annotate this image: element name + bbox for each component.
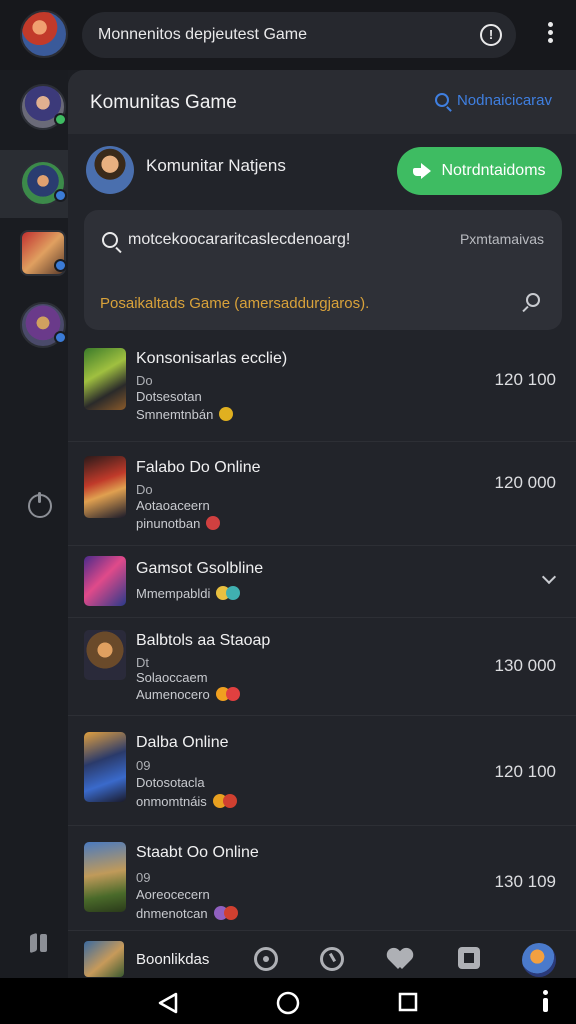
top-bar: Monnenitos depjeutest Game !: [0, 0, 576, 70]
list-item[interactable]: Falabo Do Online Do Aotaoaceern pinunotb…: [68, 442, 576, 546]
emoji-icon: [226, 586, 241, 600]
rail-collapse-icon[interactable]: [27, 932, 51, 954]
search-suggestion[interactable]: Posaikaltads Game (amersaddurgjaros).: [100, 295, 369, 312]
app-root: Monnenitos depjeutest Game ! Komunitas G…: [0, 0, 576, 1024]
accessibility-icon[interactable]: [541, 990, 549, 1012]
square-icon[interactable]: [458, 947, 480, 969]
emoji-icon: [223, 906, 238, 920]
search-icon: [434, 93, 449, 107]
game-line-3: pinunotban: [136, 516, 221, 531]
game-thumbnail: [84, 348, 126, 410]
game-thumbnail: [84, 842, 126, 912]
game-thumbnail: [84, 556, 126, 606]
game-name: Dalba Online: [136, 734, 229, 751]
community-name: Komunitar Natjens: [146, 156, 286, 175]
game-thumbnail: [84, 456, 126, 518]
list-item[interactable]: Staabt Oo Online 09 Aoreocecern dnmenotc…: [68, 826, 576, 938]
top-search-bar[interactable]: Monnenitos depjeutest Game !: [82, 12, 516, 58]
game-name: Gamsot Gsolbline: [136, 560, 264, 577]
target-icon[interactable]: [254, 947, 278, 971]
rail-community-4[interactable]: [20, 302, 67, 348]
game-count: 120 100: [494, 370, 556, 389]
emoji-icon: [222, 794, 237, 808]
panel-search-label: Nodnaicicarav: [456, 92, 552, 109]
game-name: Falabo Do Online: [136, 459, 261, 476]
game-list: Konsonisarlas ecclie) Do Dotsesotan Smne…: [68, 342, 576, 938]
recent-apps-icon[interactable]: [398, 992, 418, 1012]
search-input[interactable]: motcekoocararitcaslecdenoarg!: [128, 231, 350, 249]
search-icon: [102, 232, 118, 248]
game-thumbnail: [84, 630, 126, 680]
community-avatar[interactable]: [86, 146, 134, 194]
game-line-3: onmomtnáis: [136, 794, 237, 809]
info-icon[interactable]: !: [480, 24, 502, 46]
heart-icon[interactable]: [388, 947, 412, 971]
game-name: Staabt Oo Online: [136, 844, 259, 861]
community-rail: [0, 70, 68, 978]
game-count: 120 100: [494, 762, 556, 781]
game-line-2: Aotaoaceern: [136, 498, 210, 513]
bottom-tab-bar: Boonlikdas: [68, 930, 576, 978]
community-panel: Komunitas Game Nodnaicicarav Komunitar N…: [68, 70, 576, 930]
game-name: Konsonisarlas ecclie): [136, 350, 288, 367]
share-arrow-icon: [413, 163, 432, 179]
game-line-1: Do: [136, 482, 153, 497]
game-count: 130 000: [494, 656, 556, 675]
search-submit-icon[interactable]: [526, 293, 540, 307]
notify-button-label: Notrdntaidoms: [441, 162, 546, 179]
list-item[interactable]: Dalba Online 09 Dotosotacla onmomtnáis 1…: [68, 716, 576, 826]
tab-label[interactable]: Boonlikdas: [136, 951, 209, 968]
list-item[interactable]: Balbtols aa Staoap Dt Solaoccaem Aumenoc…: [68, 618, 576, 716]
rail-community-3[interactable]: [20, 230, 67, 276]
tab-game-thumbnail[interactable]: [84, 941, 124, 977]
game-line-3: Aumenocero: [136, 687, 240, 702]
game-count: 120 000: [494, 473, 556, 492]
game-line-1: 09: [136, 758, 151, 773]
tab-avatar[interactable]: [522, 943, 556, 977]
game-line-2: Aoreocecern: [136, 887, 210, 902]
game-line-2: Dotsesotan: [136, 389, 202, 404]
search-bar-title: Monnenitos depjeutest Game: [98, 26, 308, 43]
game-line-3: Smnemtnbán: [136, 407, 234, 422]
game-line-1: Dt: [136, 655, 149, 670]
filter-label[interactable]: Pxmtamaivas: [460, 231, 544, 247]
emoji-icon: [206, 516, 221, 530]
notify-button[interactable]: Notrdntaidoms: [397, 147, 562, 195]
game-name: Balbtols aa Staoap: [136, 632, 271, 649]
game-line-3: dnmenotcan: [136, 906, 238, 921]
game-line-3: Mmempabldi: [136, 586, 241, 601]
system-nav-bar: [0, 978, 576, 1024]
rail-community-1[interactable]: [20, 84, 67, 130]
search-card: motcekoocararitcaslecdenoarg! Pxmtamaiva…: [84, 210, 562, 330]
game-line-2: Dotosotacla: [136, 775, 205, 790]
panel-title: Komunitas Game: [90, 92, 237, 113]
rail-community-2[interactable]: [20, 160, 67, 206]
game-thumbnail: [84, 732, 126, 802]
emoji-icon: [219, 407, 234, 421]
more-vertical-icon[interactable]: [542, 22, 558, 48]
game-line-1: 09: [136, 870, 151, 885]
list-item[interactable]: Gamsot Gsolbline Mmempabldi: [68, 546, 576, 618]
emoji-icon: [225, 687, 240, 701]
user-avatar[interactable]: [20, 10, 68, 58]
home-icon[interactable]: [276, 991, 300, 1015]
chevron-down-icon[interactable]: [541, 569, 557, 585]
power-icon[interactable]: [28, 492, 52, 518]
list-item[interactable]: Konsonisarlas ecclie) Do Dotsesotan Smne…: [68, 342, 576, 442]
game-line-2: Solaoccaem: [136, 670, 208, 685]
panel-header: Komunitas Game Nodnaicicarav: [68, 70, 576, 134]
clock-icon[interactable]: [320, 947, 344, 971]
game-count: 130 109: [494, 872, 556, 891]
game-line-1: Do: [136, 373, 153, 388]
panel-search-link[interactable]: Nodnaicicarav: [434, 92, 552, 109]
